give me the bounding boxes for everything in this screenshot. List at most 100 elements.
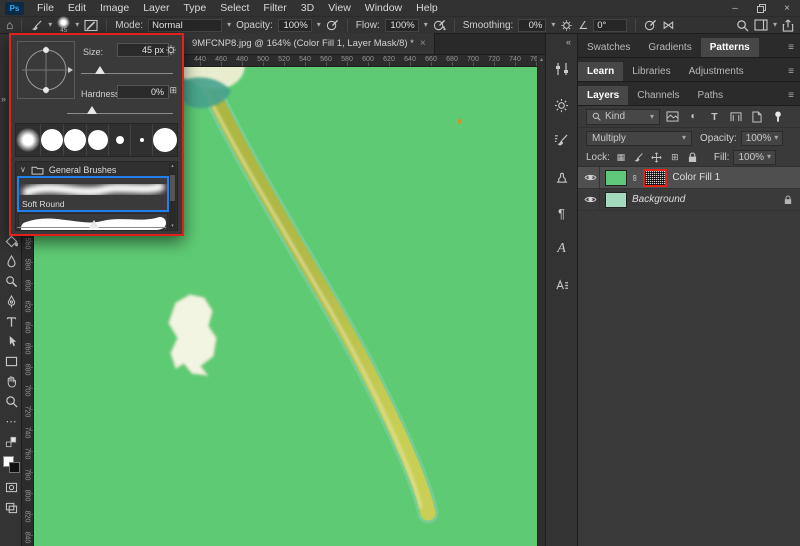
brush-swatch[interactable] xyxy=(64,124,87,156)
tab-libraries[interactable]: Libraries xyxy=(623,62,679,81)
menu-help[interactable]: Help xyxy=(409,2,445,14)
tab-paths[interactable]: Paths xyxy=(689,86,733,105)
hardness-slider-thumb[interactable] xyxy=(87,106,97,114)
expand-tools-icon[interactable]: » xyxy=(1,94,6,104)
brush-folder-header[interactable]: ∨ General Brushes xyxy=(16,162,177,177)
symmetry-butterfly-icon[interactable]: ⋈ xyxy=(662,18,674,33)
brush-angle-widget[interactable] xyxy=(17,41,75,99)
filter-shape-layers-icon[interactable] xyxy=(727,112,744,122)
dodge-tool-icon[interactable] xyxy=(2,274,20,289)
hardness-slider[interactable] xyxy=(67,113,173,114)
chevron-down-icon[interactable]: ▾ xyxy=(773,21,777,29)
menu-edit[interactable]: Edit xyxy=(61,2,93,14)
brush-tool-preset-icon[interactable] xyxy=(30,18,43,33)
edit-toolbar-icon[interactable]: ⋯ xyxy=(2,414,20,429)
type-tool-icon[interactable] xyxy=(2,314,20,329)
brush-swatch[interactable] xyxy=(109,124,131,156)
glyphs-panel-icon[interactable]: A xyxy=(550,238,574,260)
canvas-vertical-scrollbar[interactable]: ▴ xyxy=(537,55,545,546)
screen-mode-icon[interactable] xyxy=(2,500,20,515)
brush-swatch[interactable] xyxy=(153,124,177,156)
close-button[interactable]: × xyxy=(774,0,800,17)
document-tab[interactable]: 9MFCNP8.jpg @ 164% (Color Fill 1, Layer … xyxy=(184,33,435,54)
collapse-panels-icon[interactable]: « xyxy=(566,37,571,47)
blur-tool-icon[interactable] xyxy=(2,254,20,269)
airbrush-icon[interactable] xyxy=(433,18,446,33)
layers-opacity-field[interactable]: 100% ▾ xyxy=(741,131,784,146)
opacity-field[interactable]: 100% xyxy=(278,19,312,32)
panel-menu-icon[interactable]: ≡ xyxy=(788,42,794,53)
brush-panel-toggle-icon[interactable] xyxy=(84,18,98,33)
add-brush-icon[interactable]: ⊞ xyxy=(169,85,177,96)
tab-gradients[interactable]: Gradients xyxy=(639,38,700,57)
color-fill-thumbnail[interactable] xyxy=(605,170,627,186)
layer-filter-kind-select[interactable]: Kind ▾ xyxy=(586,109,660,125)
hand-tool-icon[interactable] xyxy=(2,374,20,389)
fill-field[interactable]: 100% ▾ xyxy=(733,150,776,165)
visibility-eye-icon[interactable] xyxy=(582,167,600,189)
tab-swatches[interactable]: Swatches xyxy=(578,38,639,57)
brush-list-scrollbar[interactable]: ▴ ▾ xyxy=(169,163,176,229)
tab-close-icon[interactable]: × xyxy=(420,38,426,49)
pen-tool-icon[interactable] xyxy=(2,294,20,309)
menu-view[interactable]: View xyxy=(321,2,358,14)
pressure-opacity-icon[interactable] xyxy=(326,18,339,33)
clone-source-panel-icon[interactable] xyxy=(550,166,574,188)
gear-icon[interactable] xyxy=(165,44,177,56)
menu-window[interactable]: Window xyxy=(358,2,409,14)
size-slider[interactable] xyxy=(81,73,173,74)
tab-layers[interactable]: Layers xyxy=(578,86,628,105)
workspace-switcher-icon[interactable] xyxy=(754,18,768,33)
layer-name[interactable]: Color Fill 1 xyxy=(672,172,720,183)
mask-link-icon[interactable]: ∞ xyxy=(630,174,640,180)
tab-adjustments[interactable]: Adjustments xyxy=(680,62,753,81)
scroll-down-icon[interactable]: ▾ xyxy=(169,223,176,229)
lock-pixels-icon[interactable] xyxy=(632,152,646,163)
brush-item-soft-round[interactable]: Soft Round xyxy=(18,177,168,211)
menu-filter[interactable]: Filter xyxy=(256,2,293,14)
hardness-input[interactable]: 0% xyxy=(117,85,169,99)
size-slider-thumb[interactable] xyxy=(95,66,105,74)
scroll-up-icon[interactable]: ▴ xyxy=(169,163,176,169)
smoothing-gear-icon[interactable] xyxy=(560,18,573,33)
menu-image[interactable]: Image xyxy=(93,2,136,14)
chevron-down-icon[interactable]: ▾ xyxy=(424,21,428,29)
background-color[interactable] xyxy=(9,462,20,473)
minimize-button[interactable]: – xyxy=(722,0,748,17)
brush-settings-panel-icon[interactable] xyxy=(550,130,574,152)
menu-layer[interactable]: Layer xyxy=(136,2,176,14)
menu-type[interactable]: Type xyxy=(176,2,213,14)
search-icon[interactable] xyxy=(736,18,749,33)
filter-smart-object-icon[interactable] xyxy=(748,111,765,123)
lock-all-icon[interactable] xyxy=(686,152,700,163)
brush-swatch[interactable] xyxy=(131,124,153,156)
properties-panel-icon[interactable] xyxy=(550,58,574,80)
filter-adjustment-layers-icon[interactable]: ◐ xyxy=(685,111,702,122)
tab-learn[interactable]: Learn xyxy=(578,62,623,81)
chevron-down-icon[interactable]: ▾ xyxy=(551,21,555,29)
size-input[interactable]: 45 px xyxy=(117,43,169,57)
chevron-down-icon[interactable]: ▾ xyxy=(317,21,321,29)
layer-row-color-fill[interactable]: ∞ Color Fill 1 xyxy=(578,167,800,189)
swap-colors-icon[interactable] xyxy=(2,434,20,449)
filter-pixel-layers-icon[interactable] xyxy=(664,111,681,122)
paragraph-panel-icon[interactable]: ¶ xyxy=(550,202,574,224)
share-icon[interactable] xyxy=(782,18,794,33)
chevron-down-icon[interactable]: ▾ xyxy=(75,21,79,29)
layer-filter-toggle[interactable] xyxy=(769,111,786,123)
rectangle-tool-icon[interactable] xyxy=(2,354,20,369)
menu-file[interactable]: File xyxy=(30,2,61,14)
brush-preset-picker[interactable]: 45 xyxy=(57,16,70,35)
pressure-size-icon[interactable] xyxy=(644,18,657,33)
menu-3d[interactable]: 3D xyxy=(294,2,321,14)
mode-select[interactable]: Normal xyxy=(148,19,222,32)
lock-transparency-icon[interactable]: ▦ xyxy=(614,152,628,163)
chevron-down-icon[interactable]: ▾ xyxy=(48,21,52,29)
tab-channels[interactable]: Channels xyxy=(628,86,688,105)
path-select-tool-icon[interactable] xyxy=(2,334,20,349)
home-icon[interactable]: ⌂ xyxy=(6,18,13,33)
brush-swatch[interactable] xyxy=(87,124,109,156)
brush-swatch[interactable] xyxy=(41,124,64,156)
flow-field[interactable]: 100% xyxy=(385,19,419,32)
brush-angle-field[interactable]: 0° xyxy=(593,19,627,32)
